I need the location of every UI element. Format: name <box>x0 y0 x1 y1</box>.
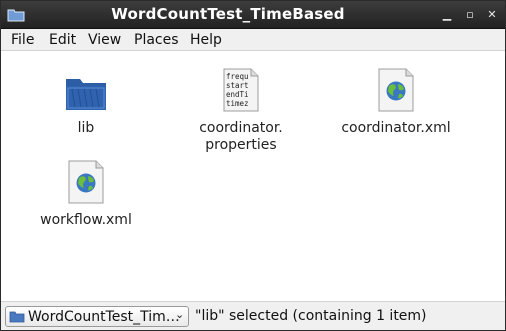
maximize-button[interactable]: ▫ <box>463 8 477 22</box>
close-button[interactable]: ✕ <box>485 8 499 22</box>
file-item-lib[interactable]: lib <box>21 64 151 137</box>
chevron-down-icon: ⌄ <box>175 308 185 321</box>
xml-globe-file-icon <box>378 68 414 112</box>
window-title: WordCountTest_TimeBased <box>111 5 345 23</box>
menu-file[interactable]: File <box>11 32 34 48</box>
menu-bar: File Edit View Places Help <box>1 29 505 51</box>
file-item-coordinator-xml[interactable]: coordinator.xml <box>331 64 461 137</box>
minimize-button[interactable]: ▁ <box>440 8 454 22</box>
file-name: coordinator.xml <box>341 120 451 136</box>
file-manager-window: WordCountTest_TimeBased ▁ ▫ ✕ File Edit … <box>0 0 506 331</box>
xml-globe-file-icon <box>68 160 104 204</box>
menu-edit[interactable]: Edit <box>49 32 76 48</box>
folder-icon <box>9 311 25 323</box>
file-name: coordinator. properties <box>199 120 283 153</box>
location-dropdown[interactable]: WordCountTest_Tim… ⌄ <box>5 306 189 327</box>
file-name: lib <box>77 120 95 136</box>
location-label: WordCountTest_Tim… <box>28 309 180 325</box>
text-preview-line: start <box>226 81 249 90</box>
file-view[interactable]: lib frequ start endTi timez coordinator.… <box>1 52 505 300</box>
text-file-icon: frequ start endTi timez <box>223 68 259 112</box>
menu-help[interactable]: Help <box>190 32 222 48</box>
folder-icon <box>66 79 106 110</box>
menu-places[interactable]: Places <box>134 32 179 48</box>
text-preview-line: frequ <box>226 72 249 81</box>
status-bar: WordCountTest_Tim… ⌄ "lib" selected (con… <box>1 301 505 330</box>
menu-view[interactable]: View <box>88 32 121 48</box>
file-name: workflow.xml <box>40 212 132 228</box>
file-item-workflow-xml[interactable]: workflow.xml <box>21 156 151 229</box>
text-preview-line: endTi <box>226 90 249 99</box>
title-bar[interactable]: WordCountTest_TimeBased ▁ ▫ ✕ <box>1 1 505 29</box>
file-item-coordinator-properties[interactable]: frequ start endTi timez coordinator. pro… <box>176 64 306 154</box>
status-message: "lib" selected (containing 1 item) <box>195 308 427 324</box>
text-preview-line: timez <box>226 99 249 108</box>
folder-icon <box>7 9 25 22</box>
